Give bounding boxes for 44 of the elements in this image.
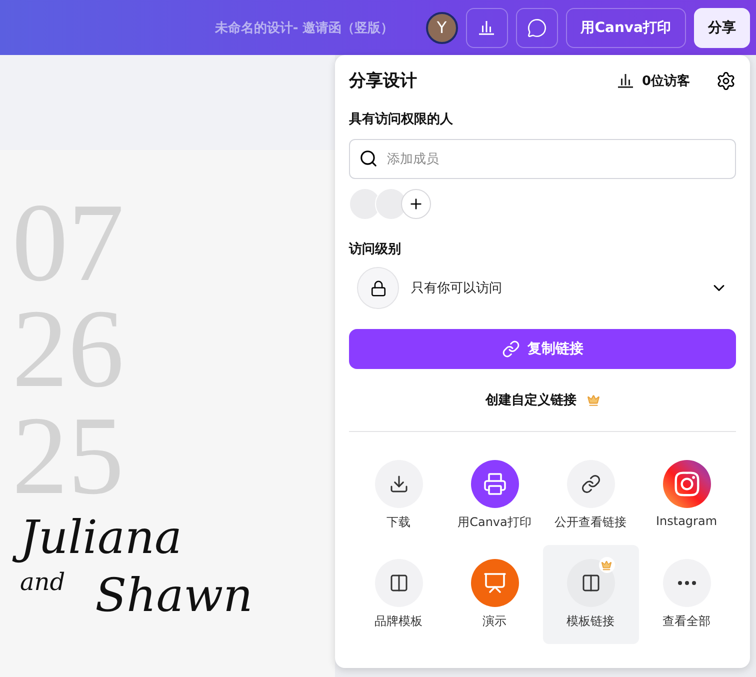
insights-button[interactable] bbox=[466, 8, 508, 48]
layout-icon bbox=[580, 573, 600, 593]
share-option[interactable]: 品牌模板 bbox=[350, 545, 446, 644]
design-title: 未命名的设计- 邀请函（竖版） bbox=[214, 20, 394, 36]
print-button[interactable]: 用Canva打印 bbox=[566, 8, 686, 48]
visitor-count: 0位访客 bbox=[642, 72, 690, 90]
instagram-icon bbox=[672, 470, 700, 498]
add-member-button[interactable] bbox=[401, 189, 431, 219]
bar-chart-icon bbox=[478, 20, 496, 35]
crown-icon bbox=[601, 560, 612, 570]
link-icon bbox=[502, 340, 520, 358]
share-option[interactable]: 查看全部 bbox=[638, 545, 734, 644]
section-label: 访问级别 bbox=[349, 240, 402, 258]
access-dropdown[interactable]: 只有你可以访问 bbox=[349, 266, 736, 310]
share-option[interactable]: 演示 bbox=[446, 545, 542, 644]
share-button[interactable]: 分享 bbox=[694, 8, 750, 48]
share-option[interactable]: Instagram bbox=[638, 446, 734, 545]
section-label: 具有访问权限的人 bbox=[349, 110, 454, 128]
printer-icon bbox=[482, 472, 506, 496]
copy-link-button[interactable]: 复制链接 bbox=[349, 329, 736, 369]
comment-button[interactable] bbox=[516, 8, 558, 48]
share-option[interactable]: 用Canva打印 bbox=[446, 446, 542, 545]
share-option[interactable]: 公开查看链接 bbox=[542, 446, 638, 545]
bar-chart-icon bbox=[616, 73, 634, 88]
custom-link-button[interactable]: 创建自定义链接 bbox=[482, 387, 604, 413]
layout-icon bbox=[388, 573, 408, 593]
share-option[interactable]: 模板链接 bbox=[542, 545, 638, 644]
share-option[interactable]: 下载 bbox=[350, 446, 446, 545]
crown-icon bbox=[586, 394, 600, 406]
user-avatar[interactable]: Y bbox=[426, 12, 458, 44]
search-field[interactable]: 添加成员 bbox=[349, 139, 736, 179]
comment-icon bbox=[526, 18, 547, 38]
script-word: and bbox=[19, 566, 66, 597]
link-icon bbox=[580, 474, 600, 494]
script-name: Juliana bbox=[12, 509, 190, 567]
script-name: Shawn bbox=[94, 566, 254, 624]
settings-icon[interactable] bbox=[716, 70, 736, 90]
download-icon bbox=[388, 474, 408, 494]
panel-title: 分享设计 bbox=[349, 70, 418, 92]
plus-icon bbox=[408, 196, 424, 212]
presentation-icon bbox=[482, 571, 506, 595]
more-icon bbox=[678, 581, 696, 585]
search-icon bbox=[359, 149, 378, 168]
lock-icon bbox=[357, 267, 399, 309]
